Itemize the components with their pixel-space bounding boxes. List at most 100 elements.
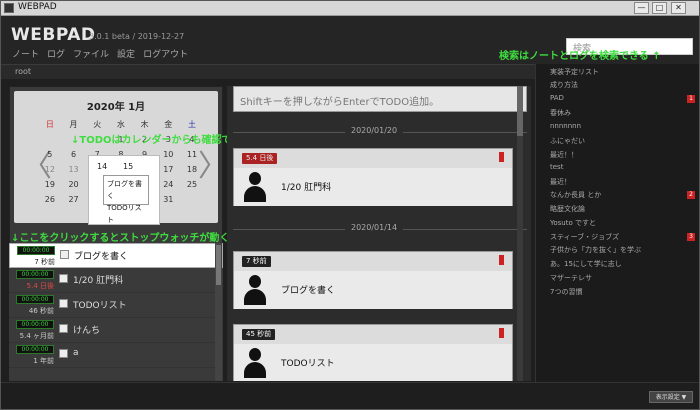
popup-todo-item: TODOリスト — [107, 204, 142, 224]
note-item[interactable]: 最近！ — [550, 177, 695, 190]
popup-day: 15 — [123, 162, 134, 171]
todo-item[interactable]: 00:00:00 7 秒前 ブログを書く — [9, 243, 223, 268]
note-item[interactable]: スティーブ・ジョブズ 3 — [550, 232, 695, 245]
todo-checkbox[interactable] — [60, 250, 69, 259]
day-cell[interactable]: 6 — [62, 147, 86, 162]
todo-age: 5.4 日後 — [26, 282, 54, 290]
feed-scrollbar[interactable] — [517, 86, 523, 381]
note-item[interactable]: 春休み — [550, 108, 695, 121]
day-cell[interactable]: 5 — [38, 147, 62, 162]
note-item[interactable]: test — [550, 163, 695, 176]
note-item[interactable]: 略歴文化論 — [550, 204, 695, 217]
todo-checkbox[interactable] — [59, 349, 68, 358]
stopwatch-display[interactable]: 00:00:00 — [16, 295, 54, 304]
todo-list-scrollbar[interactable] — [215, 243, 222, 381]
todo-item[interactable]: 00:00:00 1 年前 a — [9, 343, 223, 368]
note-item[interactable]: なんか長員 とか 2 — [550, 190, 695, 203]
todo-text: 1/20 肛門科 — [73, 276, 124, 286]
todo-text: けんち — [73, 326, 101, 336]
day-cell[interactable] — [180, 192, 204, 207]
date-label: 2020/01/20 — [345, 126, 404, 135]
card-body: 1/20 肛門科 — [234, 168, 512, 206]
menu-logout[interactable]: ログアウト — [143, 50, 188, 60]
todo-item[interactable]: 00:00:00 5.4 ヶ月前 けんち — [9, 318, 223, 343]
todo-checkbox[interactable] — [59, 324, 68, 333]
note-item[interactable]: nnnnnnn — [550, 122, 695, 135]
stopwatch-display[interactable]: 00:00:00 — [16, 270, 54, 279]
date-label: 2020/01/14 — [345, 223, 404, 232]
note-item[interactable]: Yosuto ですと — [550, 218, 695, 231]
scrollbar-thumb[interactable] — [517, 86, 523, 136]
day-cell[interactable]: 20 — [62, 177, 86, 192]
log-card[interactable]: 45 秒前 TODOリスト — [233, 324, 513, 381]
date-separator: 2020/01/14 — [233, 223, 527, 235]
stopwatch-display[interactable]: 00:00:00 — [17, 246, 55, 255]
note-item[interactable]: PAD 1 — [550, 94, 695, 107]
todo-checkbox[interactable] — [59, 274, 68, 283]
day-cell[interactable]: 13 — [62, 162, 86, 177]
flag-icon[interactable] — [499, 152, 504, 162]
menu-settings[interactable]: 設定 — [117, 50, 135, 60]
date-separator: 2020/01/20 — [233, 126, 527, 138]
weekday-label: 月 — [69, 120, 78, 129]
calendar-annotation: ↓TODOはカレンダーからも確認できる — [71, 135, 252, 146]
todo-checkbox[interactable] — [59, 299, 68, 308]
display-settings-dropdown[interactable]: 表示設定 ▼ — [649, 391, 693, 403]
window-title: WEBPAD — [18, 2, 57, 12]
todo-text: a — [73, 348, 79, 358]
todo-add-input[interactable]: Shiftキーを押しながらEnterでTODO追加。 — [233, 86, 527, 112]
log-card[interactable]: 5.4 日後 1/20 肛門科 — [233, 148, 513, 206]
day-cell[interactable]: 19 — [38, 177, 62, 192]
log-card[interactable]: 7 秒前 ブログを書く — [233, 251, 513, 309]
todo-age: 5.4 ヶ月前 — [19, 332, 54, 340]
menu-note[interactable]: ノート — [12, 50, 39, 60]
weekday-label: 金 — [164, 120, 173, 129]
popup-todo-box[interactable]: ブログを書く TODOリスト — [103, 175, 149, 224]
note-item[interactable]: あ。15にして学に志し — [550, 259, 695, 272]
note-item[interactable]: 実装予定リスト — [550, 67, 695, 80]
menu-log[interactable]: ログ — [47, 50, 65, 60]
search-annotation: 検索はノートとログを検索できる ↑ — [499, 51, 661, 62]
maximize-button[interactable]: □ — [652, 2, 667, 14]
day-cell[interactable] — [38, 132, 62, 147]
minimize-button[interactable]: — — [634, 2, 649, 14]
time-badge: 7 秒前 — [242, 256, 271, 267]
day-cell[interactable]: 11 — [180, 147, 204, 162]
calendar: 2020年 1月 〈 〉 日 月 火 水 木 金 土 1 2 3 4 5 6 1… — [14, 91, 228, 225]
note-item[interactable]: 子供から「力を抜く」を学ぶ — [550, 245, 695, 258]
title-bar: WEBPAD — □ ✕ — [1, 1, 699, 16]
path-bar: root — [1, 64, 535, 79]
note-sidebar: 実装予定リスト 成り方法 PAD 1 春休み nnnnnnn ふにゃだい 最近！！… — [535, 64, 699, 382]
note-item[interactable]: 成り方法 — [550, 80, 695, 93]
flag-icon[interactable] — [499, 328, 504, 338]
log-feed: Shiftキーを押しながらEnterでTODO追加。 2020/01/20 5.… — [227, 86, 531, 381]
path-text[interactable]: root — [15, 67, 31, 76]
card-title: TODOリスト — [281, 359, 335, 369]
todo-item[interactable]: 00:00:00 46 秒前 TODOリスト — [9, 293, 223, 318]
flag-icon[interactable] — [499, 255, 504, 265]
todo-age: 7 秒前 — [34, 258, 55, 266]
day-cell[interactable]: 12 — [38, 162, 62, 177]
stopwatch-display[interactable]: 00:00:00 — [16, 345, 54, 354]
note-item[interactable]: ふにゃだい — [550, 136, 695, 149]
app-window: WEBPAD — □ ✕ WEBPAD 3.0.1 beta / 2019-12… — [0, 0, 700, 410]
todo-age: 46 秒前 — [28, 307, 54, 315]
calendar-month: 2020年 1月 — [86, 102, 146, 113]
day-cell[interactable]: 27 — [62, 192, 86, 207]
close-button[interactable]: ✕ — [671, 2, 686, 14]
note-item[interactable]: 最近！！ — [550, 150, 695, 163]
menu-file[interactable]: ファイル — [73, 50, 109, 60]
todo-list: 00:00:00 7 秒前 ブログを書く 00:00:00 5.4 日後 1/2… — [9, 243, 223, 381]
day-cell[interactable]: 26 — [38, 192, 62, 207]
todo-age: 1 年前 — [33, 357, 54, 365]
day-cell[interactable]: 25 — [180, 177, 204, 192]
todo-item[interactable]: 00:00:00 5.4 日後 1/20 肛門科 — [9, 268, 223, 293]
scrollbar-thumb[interactable] — [216, 245, 221, 285]
stopwatch-display[interactable]: 00:00:00 — [16, 320, 54, 329]
stopwatch-annotation: ↓ここをクリックするとストップウォッチが動く — [11, 233, 230, 244]
note-item[interactable]: マザーテレサ — [550, 273, 695, 286]
day-cell[interactable]: 18 — [180, 162, 204, 177]
card-body: TODOリスト — [234, 344, 512, 381]
note-item[interactable]: 7つの習慣 — [550, 287, 695, 300]
main-menu: ノート ログ ファイル 設定 ログアウト — [12, 47, 196, 60]
